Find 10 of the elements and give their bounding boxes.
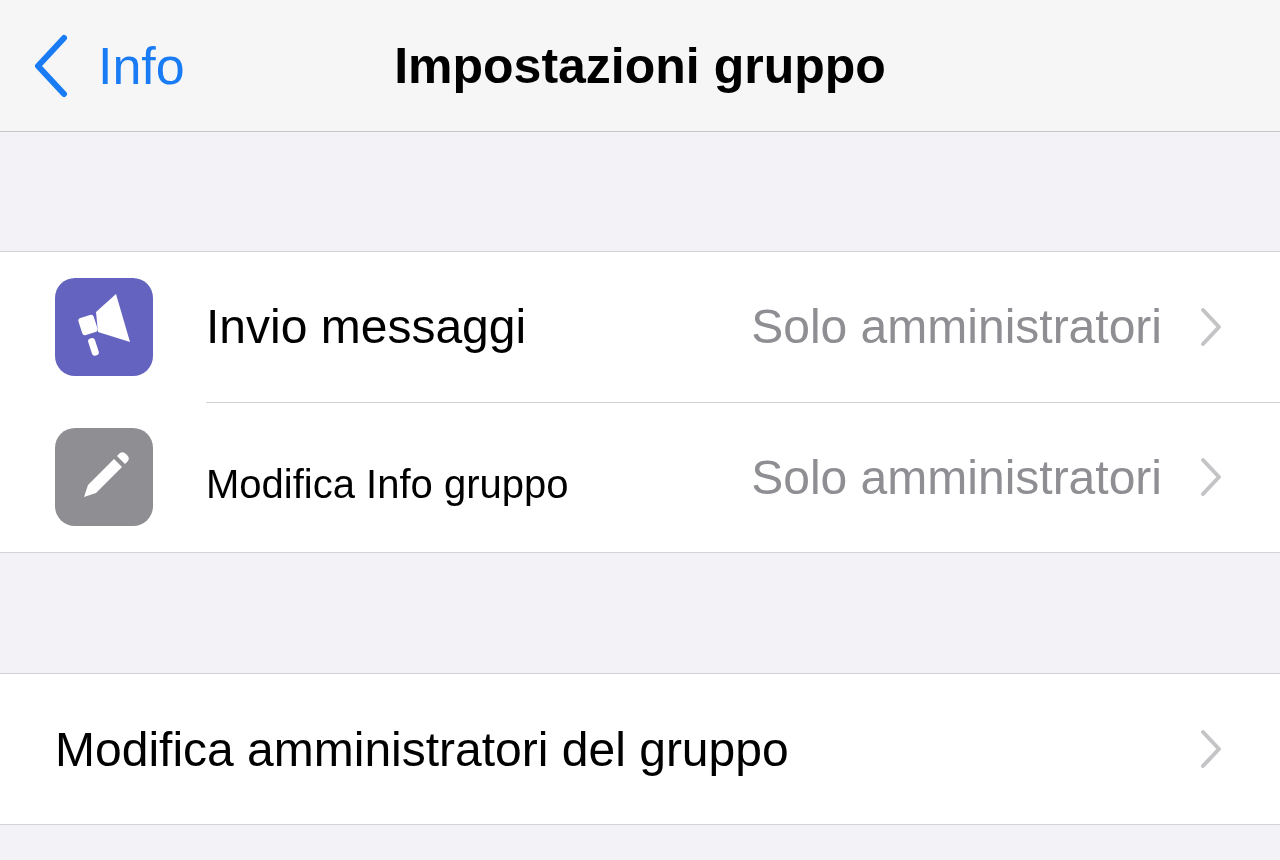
setting-label: Invio messaggi xyxy=(206,299,527,354)
chevron-icon xyxy=(1200,306,1222,347)
screen-title: Impostazioni gruppo xyxy=(394,36,886,95)
setting-label: Modifica Info gruppo xyxy=(206,460,569,507)
setting-value: Solo amministratori xyxy=(751,299,1162,354)
admins-label: Modifica amministratori del gruppo xyxy=(55,721,789,777)
chevron-icon xyxy=(1200,729,1222,769)
back-button[interactable]: Info xyxy=(0,15,185,116)
setting-value: Solo amministratori xyxy=(751,449,1162,505)
chevron-icon xyxy=(1200,457,1222,497)
